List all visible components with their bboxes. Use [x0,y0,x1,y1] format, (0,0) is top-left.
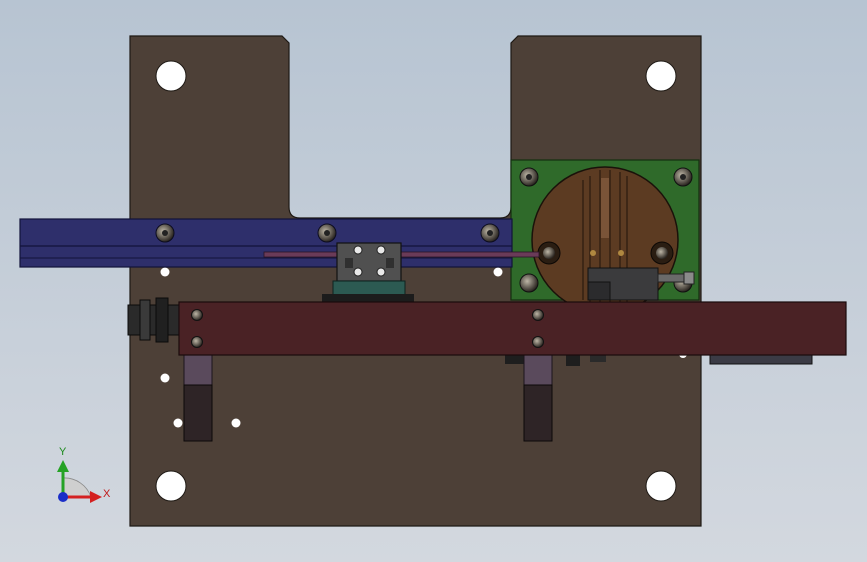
clamp-cylinder-block [587,281,611,301]
mounting-hole-bottom-left [155,470,187,502]
disc-center-slot [601,178,609,238]
bolt-socket [487,230,493,236]
carriage-base [332,280,406,296]
bolt-icon [532,336,544,348]
disc-pin [618,250,624,256]
carriage-hole [353,267,363,277]
carriage-hole [353,245,363,255]
x-axis-label: X [103,488,111,500]
bolt-icon [656,247,668,259]
support-leg-left[interactable] [183,384,213,442]
cylinder-fitting[interactable] [127,304,181,336]
bolt-icon [191,336,203,348]
fitting-nut [155,297,169,343]
bolt-icon [543,247,555,259]
cad-viewport[interactable]: Y X [0,0,867,562]
bolt-socket [680,174,686,180]
small-hole [173,418,183,428]
small-hole [493,267,503,277]
bolt-socket [324,230,330,236]
mounting-hole-bottom-right [645,470,677,502]
slider-bar[interactable] [178,301,847,356]
linear-rail[interactable] [19,218,513,268]
support-leg-right[interactable] [523,384,553,442]
disc-pin [590,250,596,256]
bolt-socket [162,230,168,236]
carriage-slot [386,258,394,268]
bolt-socket [526,174,532,180]
carriage-hole [376,267,386,277]
small-hole [231,418,241,428]
cylinder-rod [657,273,685,283]
y-axis-label: Y [59,446,67,458]
carriage-hole [376,245,386,255]
bolt-icon [519,273,539,293]
bolt-icon [191,309,203,321]
cylinder-rod-end [683,271,695,285]
small-hole [160,267,170,277]
carriage-slot [345,258,353,268]
small-hole [160,373,170,383]
z-axis-dot-icon [58,492,68,502]
mounting-hole-top-left [155,60,187,92]
fitting-nut [139,299,151,341]
carriage-foot [322,294,414,302]
bolt-icon [532,309,544,321]
mounting-hole-top-right [645,60,677,92]
